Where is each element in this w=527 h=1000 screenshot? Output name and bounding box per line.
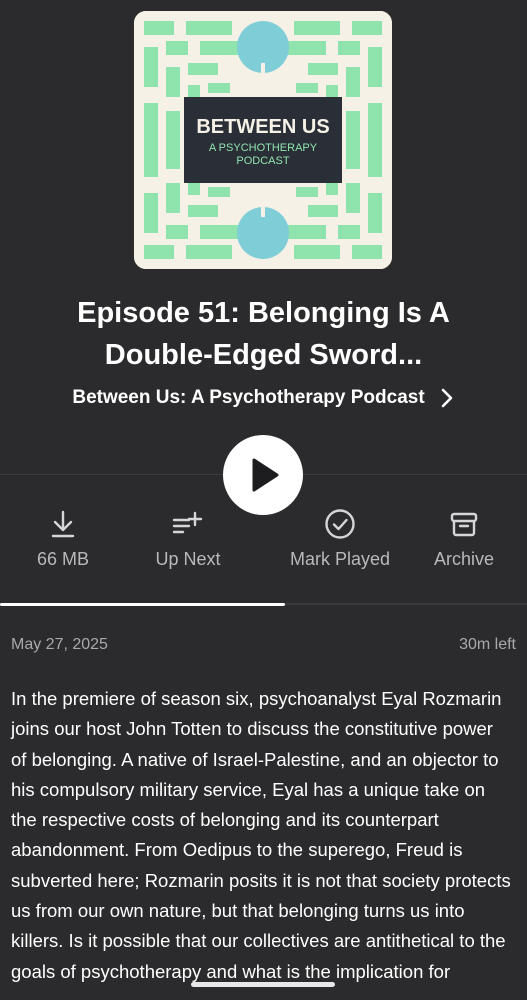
check-circle-icon xyxy=(325,509,355,539)
podcast-artwork: BETWEEN US A PSYCHOTHERAPY PODCAST xyxy=(134,11,392,269)
up-next-label: Up Next xyxy=(155,549,221,569)
playback-progress-bar[interactable] xyxy=(0,603,527,606)
artwork-title: BETWEEN US xyxy=(196,116,329,138)
download-icon xyxy=(51,510,75,538)
up-next-button[interactable]: Up Next xyxy=(138,505,238,570)
podcast-name: Between Us: A Psychotherapy Podcast xyxy=(72,387,425,408)
download-button[interactable]: 66 MB xyxy=(14,505,112,570)
episode-description: In the premiere of season six, psychoana… xyxy=(11,688,511,982)
play-icon xyxy=(252,458,279,492)
artwork-subtitle-line1: A PSYCHOTHERAPY xyxy=(209,142,318,154)
playback-progress-fill xyxy=(0,603,285,606)
mark-played-label: Mark Played xyxy=(289,549,391,569)
mark-played-button[interactable]: Mark Played xyxy=(278,505,402,570)
podcast-link[interactable]: Between Us: A Psychotherapy Podcast xyxy=(0,383,527,413)
download-size-label: 66 MB xyxy=(36,549,90,569)
archive-button[interactable]: Archive xyxy=(422,505,506,570)
episode-title: Episode 51: Belonging Is A Double-Edged … xyxy=(77,297,450,371)
home-indicator[interactable] xyxy=(191,982,335,987)
play-button[interactable] xyxy=(223,435,303,515)
episode-date: May 27, 2025 xyxy=(11,636,108,653)
time-left: 30m left xyxy=(459,636,516,653)
artwork-subtitle-line2: PODCAST xyxy=(236,155,289,167)
action-bar: 66 MB Up Next Mark Played Archive xyxy=(0,505,527,585)
archive-icon xyxy=(450,512,478,537)
archive-label: Archive xyxy=(433,549,495,569)
up-next-icon xyxy=(172,511,203,534)
chevron-right-icon xyxy=(441,388,452,408)
